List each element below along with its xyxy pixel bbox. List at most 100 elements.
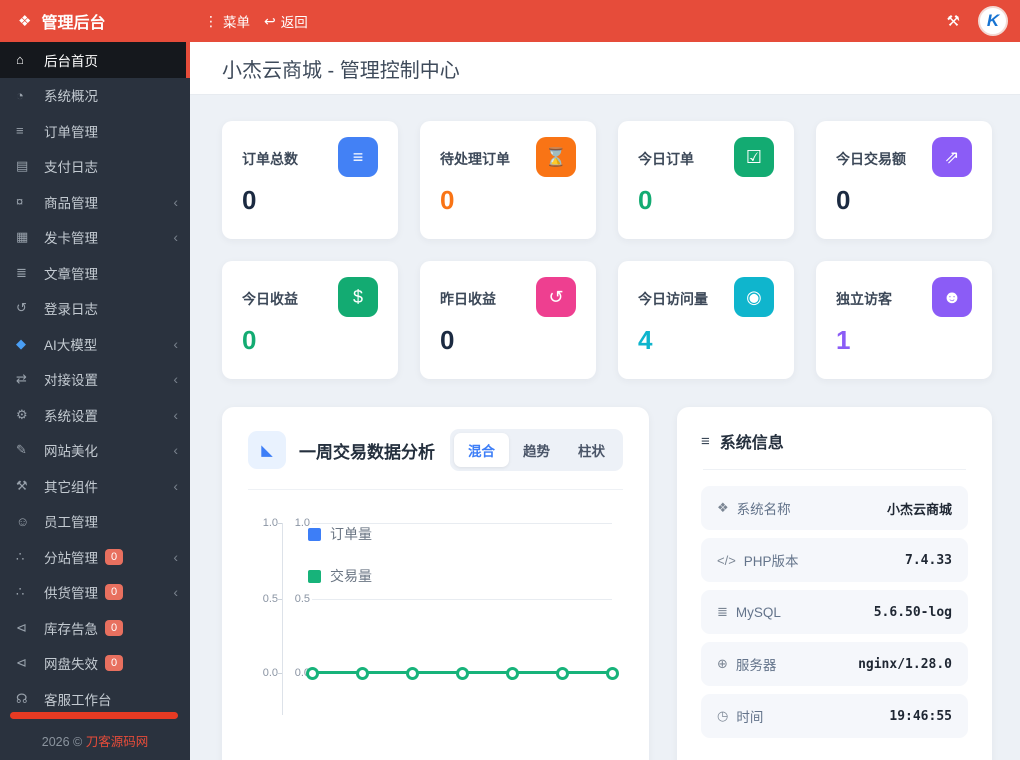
site-logo[interactable]: K bbox=[978, 6, 1008, 36]
cogs-icon: ⚒ bbox=[16, 477, 28, 493]
sidebar-item[interactable]: ⌂ 后台首页 bbox=[0, 42, 190, 78]
y-axis-tick-label: 0.0 bbox=[262, 667, 278, 679]
sidebar-item-label: 其它组件 bbox=[44, 479, 98, 495]
sidebar-item[interactable]: ◆ AI大模型 ‹ bbox=[0, 326, 190, 362]
data-point-marker[interactable] bbox=[505, 666, 519, 680]
sidebar-item[interactable]: ◔ 系统概况 bbox=[0, 78, 190, 114]
menu-button[interactable]: ⋮ 菜单 bbox=[204, 11, 250, 31]
y-axis2-tick-label: 1.0 bbox=[294, 517, 310, 529]
system-info-value: 5.6.50-log bbox=[873, 604, 952, 620]
chevron-left-icon: ‹ bbox=[173, 442, 178, 459]
stat-label: 今日订单 bbox=[638, 151, 694, 167]
headset-icon: ☊ bbox=[16, 690, 28, 706]
sidebar-item[interactable]: ∴ 供货管理 0 ‹ bbox=[0, 575, 190, 611]
area-chart-icon: ◣ bbox=[248, 431, 286, 469]
sidebar-nav: ⌂ 后台首页 ◔ 系统概况 ≡ 订单管理 ▤ 支付日志 ¤ 商品管理 ‹ ▦ 发… bbox=[0, 42, 190, 717]
sidebar-item[interactable]: ≡ 订单管理 bbox=[0, 113, 190, 149]
chart-mode-tab[interactable]: 柱状 bbox=[564, 433, 619, 467]
sidebar-item-label: 商品管理 bbox=[44, 195, 98, 211]
sidebar-item-label: 登录日志 bbox=[44, 302, 98, 318]
count-badge: 0 bbox=[105, 619, 124, 636]
sidebar-item[interactable]: ✎ 网站美化 ‹ bbox=[0, 433, 190, 469]
sidebar-item[interactable]: ⊲ 网盘失效 0 bbox=[0, 646, 190, 682]
legend-item[interactable]: 交易量 bbox=[308, 566, 372, 586]
hourglass-icon: ⌛ bbox=[536, 137, 576, 177]
data-point-marker[interactable] bbox=[555, 666, 569, 680]
system-info-row: </> PHP版本 7.4.33 bbox=[701, 538, 968, 582]
sidebar-item[interactable]: ▦ 发卡管理 ‹ bbox=[0, 220, 190, 256]
legend-item[interactable]: 订单量 bbox=[308, 524, 372, 544]
cube-icon: ❖ bbox=[18, 13, 32, 30]
sidebar-scrollbar[interactable] bbox=[10, 712, 178, 719]
page-header: 小杰云商城 - 管理控制中心 bbox=[190, 42, 1020, 95]
sidebar-item[interactable]: ¤ 商品管理 ‹ bbox=[0, 184, 190, 220]
system-info-value: nginx/1.28.0 bbox=[858, 656, 952, 672]
stat-card: 今日订单 ☑ 0 bbox=[618, 121, 794, 239]
count-badge: 0 bbox=[105, 548, 124, 565]
chart-mode-tab[interactable]: 趋势 bbox=[509, 433, 564, 467]
sidebar-item[interactable]: ⚒ 其它组件 ‹ bbox=[0, 468, 190, 504]
sidebar-item[interactable]: ☺ 员工管理 bbox=[0, 504, 190, 540]
sidebar-item-label: 后台首页 bbox=[44, 53, 98, 69]
back-label: 返回 bbox=[280, 15, 308, 30]
sidebar-item[interactable]: ⊲ 库存告急 0 bbox=[0, 610, 190, 646]
legend-swatch-icon bbox=[308, 569, 321, 583]
link-icon: ⇄ bbox=[16, 371, 27, 387]
sidebar-item[interactable]: ↺ 登录日志 bbox=[0, 291, 190, 327]
copyright-year: 2026 © bbox=[41, 735, 86, 749]
sidebar-item-label: 供货管理 bbox=[44, 586, 98, 602]
chevron-left-icon: ‹ bbox=[173, 477, 178, 494]
count-badge: 0 bbox=[105, 655, 124, 672]
cube-icon: ❖ bbox=[717, 500, 729, 515]
chevron-left-icon: ‹ bbox=[173, 548, 178, 565]
wrench-icon[interactable]: ⚒ bbox=[947, 12, 960, 30]
data-point-marker[interactable] bbox=[355, 666, 369, 680]
stat-value: 0 bbox=[242, 185, 257, 215]
megaphone-icon: ⊲ bbox=[16, 619, 27, 635]
page-title: 小杰云商城 - 管理控制中心 bbox=[222, 59, 460, 82]
data-point-marker[interactable] bbox=[455, 666, 469, 680]
chart-mode-tab[interactable]: 混合 bbox=[454, 433, 509, 467]
chart-line-icon: ⇗ bbox=[932, 137, 972, 177]
chevron-left-icon: ‹ bbox=[173, 335, 178, 352]
sidebar-item[interactable]: ⚙ 系统设置 ‹ bbox=[0, 397, 190, 433]
legend-label: 交易量 bbox=[330, 568, 372, 584]
chart-title: 一周交易数据分析 bbox=[299, 442, 435, 462]
sitemap-icon: ∴ bbox=[16, 584, 25, 600]
copyright-link[interactable]: 刀客源码网 bbox=[86, 735, 149, 749]
sidebar-item[interactable]: ∴ 分站管理 0 ‹ bbox=[0, 539, 190, 575]
sidebar-footer: 2026 © 刀客源码网 bbox=[0, 731, 190, 750]
stat-label: 独立访客 bbox=[836, 291, 892, 307]
sidebar-item[interactable]: ▤ 支付日志 bbox=[0, 149, 190, 185]
stat-value: 1 bbox=[836, 325, 851, 355]
data-point-marker[interactable] bbox=[605, 666, 619, 680]
gauge-icon: ◔ bbox=[16, 87, 24, 103]
grid-icon: ▦ bbox=[16, 229, 29, 245]
megaphone-icon: ⊲ bbox=[16, 655, 27, 671]
stat-label: 待处理订单 bbox=[440, 151, 510, 167]
data-point-marker[interactable] bbox=[405, 666, 419, 680]
legend-swatch-icon bbox=[308, 527, 321, 541]
chart-legend: 订单量 交易量 bbox=[308, 524, 372, 586]
sidebar-item[interactable]: ⇄ 对接设置 ‹ bbox=[0, 362, 190, 398]
back-button[interactable]: ↩ 返回 bbox=[264, 11, 308, 31]
brush-icon: ✎ bbox=[16, 442, 27, 458]
sidebar-item[interactable]: ≣ 文章管理 bbox=[0, 255, 190, 291]
system-info-label: 时间 bbox=[736, 710, 764, 725]
legend-label: 订单量 bbox=[330, 526, 372, 542]
sidebar-item-label: 客服工作台 bbox=[44, 692, 112, 708]
stat-label: 今日访问量 bbox=[638, 291, 708, 307]
system-info-row: ⊕ 服务器 nginx/1.28.0 bbox=[701, 642, 968, 686]
menu-label: 菜单 bbox=[223, 15, 250, 30]
stats-row-1: 订单总数 ≡ 0 待处理订单 ⌛ 0 今日订单 ☑ 0 今日交易额 ⇗ 0 bbox=[190, 95, 1020, 239]
count-badge: 0 bbox=[105, 584, 124, 601]
data-point-marker[interactable] bbox=[305, 666, 319, 680]
book-icon: ≣ bbox=[16, 264, 27, 280]
sidebar-item-label: 文章管理 bbox=[44, 266, 98, 282]
brand-title: 管理后台 bbox=[41, 15, 106, 32]
stat-value: 0 bbox=[242, 325, 257, 355]
topbar: ❖ 管理后台 ⋮ 菜单 ↩ 返回 ⚒ K bbox=[0, 0, 1020, 42]
chart-panel: ◣ 一周交易数据分析 混合 趋势 柱状 订单量 交易量 1.0 1.0 0.5 … bbox=[222, 407, 649, 760]
system-info-rows: ❖ 系统名称 小杰云商城 </> PHP版本 7.4.33 ≣ MySQL 5.… bbox=[677, 470, 992, 738]
system-info-label: PHP版本 bbox=[743, 554, 799, 569]
